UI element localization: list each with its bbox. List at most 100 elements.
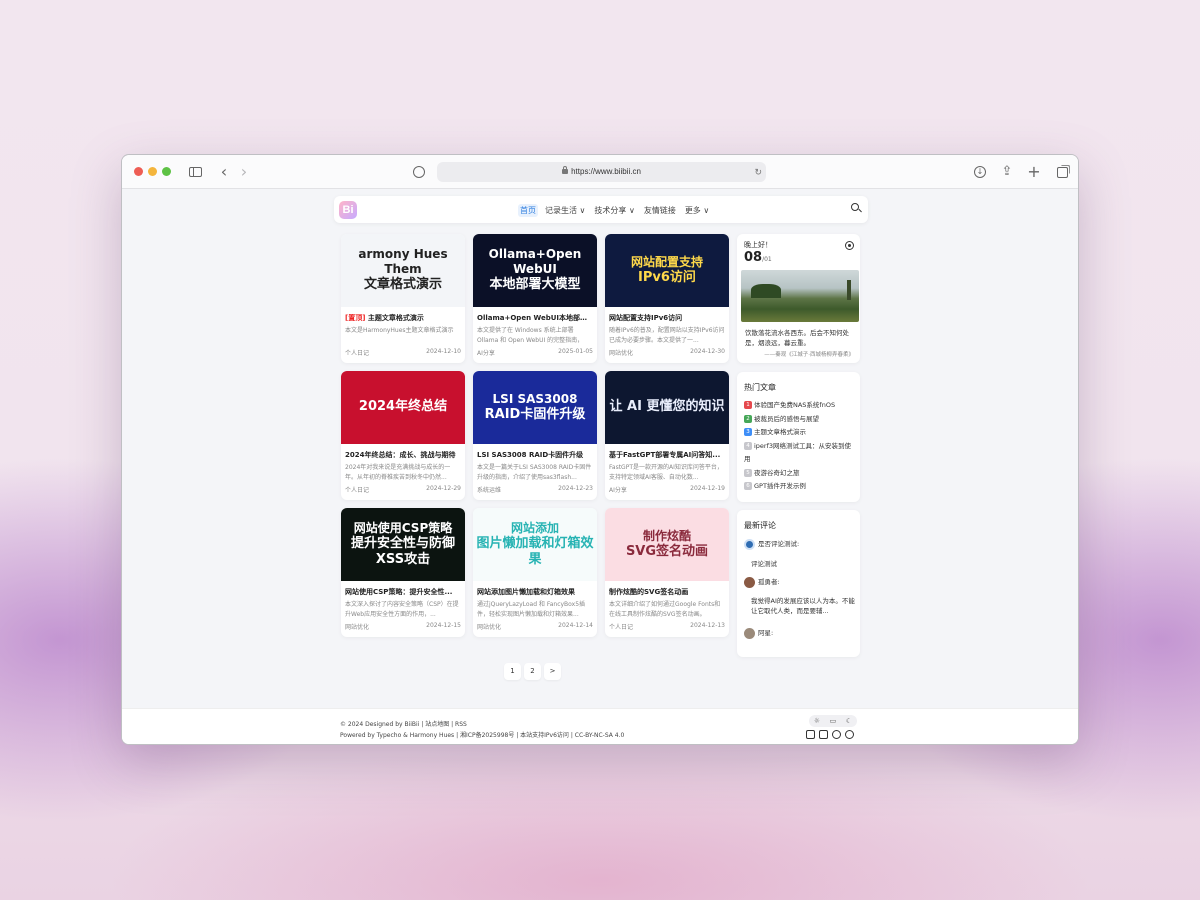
post-thumbnail[interactable]: Ollama+Open WebUI 本地部署大模型	[473, 234, 597, 307]
comment-author[interactable]: 阿星:	[744, 627, 773, 639]
post-category[interactable]: AI分享	[477, 350, 495, 357]
post-thumbnail[interactable]: 网站使用CSP策略 提升安全性与防御XSS攻击	[341, 508, 465, 581]
download-icon[interactable]: ↓	[971, 163, 989, 181]
maximize-window-button[interactable]	[162, 167, 171, 176]
footer-powered[interactable]: Powered by Typecho & Harmony Hues | 湘ICP…	[340, 730, 624, 739]
post-title[interactable]: 网站配置支持IPv6访问	[609, 313, 726, 323]
hot-post-item[interactable]: 3 主题文章格式演示	[744, 426, 856, 440]
post-title[interactable]: Ollama+Open WebUI本地部署...	[477, 313, 594, 323]
post-date: 2024-12-29	[426, 485, 461, 492]
post-title[interactable]: [置顶] 主题文章格式演示	[345, 313, 462, 323]
theme-toggle[interactable]: ☼ ▭ ☾	[809, 715, 857, 727]
post-title[interactable]: 网站使用CSP策略：提升安全性...	[345, 587, 462, 597]
rss-icon[interactable]	[845, 730, 854, 739]
thumbnail-title: SVG签名动画	[625, 543, 709, 559]
hot-post-item[interactable]: 5 夜游谷奇幻之旅	[744, 467, 856, 481]
post-thumbnail[interactable]: 网站添加 图片懒加载和灯箱效果	[473, 508, 597, 581]
rank-badge: 3	[744, 428, 752, 436]
post-card[interactable]: 网站配置支持 IPv6访问 网站配置支持IPv6访问 随着IPv6的普及，配置网站以…	[605, 234, 729, 363]
post-thumbnail[interactable]: 制作炫酷 SVG签名动画	[605, 508, 729, 581]
post-category[interactable]: 个人日记	[345, 487, 369, 494]
post-excerpt: 本文深入探讨了内容安全策略（CSP）在提升Web应用安全性方面的作用，...	[345, 601, 459, 618]
thumbnail-title: RAID卡固件升级	[484, 406, 586, 422]
post-card[interactable]: 网站使用CSP策略 提升安全性与防御XSS攻击 网站使用CSP策略：提升安全性..…	[341, 508, 465, 637]
reload-icon[interactable]: ↻	[754, 162, 762, 182]
nav-item-more[interactable]: 更多 ∨	[683, 204, 711, 217]
chevron-down-icon: ∨	[579, 206, 586, 215]
hot-post-item[interactable]: 1 体验国产免费NAS系统fnOS	[744, 399, 856, 413]
web-page: Bi 首页 记录生活 ∨ 技术分享 ∨ 友情链接 更多 ∨ armony Hue…	[122, 190, 1078, 744]
post-category[interactable]: 网站优化	[345, 624, 369, 631]
post-title[interactable]: LSI SAS3008 RAID卡固件升级	[477, 450, 594, 460]
post-card[interactable]: 2024年终总结 2024年终总结：成长、挑战与期待 2024年对我来说是充满挑战…	[341, 371, 465, 500]
post-card[interactable]: 让 AI 更懂您的知识 基于FastGPT部署专属AI问答知... FastGPT…	[605, 371, 729, 500]
minimize-window-button[interactable]	[148, 167, 157, 176]
post-category[interactable]: 个人日记	[345, 350, 369, 357]
post-meta: 网站优化 2024-12-15	[345, 622, 461, 631]
nav-item-links[interactable]: 友情链接	[642, 204, 678, 217]
post-thumbnail[interactable]: 让 AI 更懂您的知识	[605, 371, 729, 444]
post-meta: 个人日记 2024-12-10	[345, 348, 461, 357]
post-excerpt: 本文提供了在 Windows 系统上部署 Ollama 和 Open WebUI…	[477, 327, 584, 344]
nav-item-tech[interactable]: 技术分享 ∨	[592, 204, 636, 217]
footer-copyright[interactable]: © 2024 Designed by BiiBii | 站点地图 | RSS	[340, 719, 467, 728]
post-thumbnail[interactable]: armony Hues Them 文章格式演示	[341, 234, 465, 307]
monitor-icon[interactable]: ▭	[830, 717, 837, 725]
post-thumbnail[interactable]: LSI SAS3008 RAID卡固件升级	[473, 371, 597, 444]
comment-text[interactable]: 评论测试	[751, 558, 777, 568]
thumbnail-title: 提升安全性与防御XSS攻击	[350, 535, 455, 567]
browser-window: ‹ › https://www.biibii.cn ↻ ↓ ⇪ + Bi 首页 …	[121, 154, 1079, 745]
github-icon[interactable]	[832, 730, 841, 739]
bilibili-icon[interactable]	[819, 730, 828, 739]
comment-author[interactable]: 是否评论测试:	[744, 538, 799, 550]
weather-quote-widget: 晚上好！ 08/01 饮散落花流水各西东。后会不知何处是，烟浪远，暮云重。 ——…	[737, 234, 860, 363]
post-category[interactable]: AI分享	[609, 487, 627, 494]
site-logo[interactable]: Bi	[339, 201, 357, 219]
daily-quote: 饮散落花流水各西东。后会不知何处是，烟浪远，暮云重。	[745, 329, 849, 347]
forward-arrow-icon[interactable]: ›	[235, 163, 253, 181]
post-date: 2024-12-23	[558, 485, 593, 492]
hot-post-item[interactable]: 6 GPT插件开发示例	[744, 480, 856, 494]
avatar	[744, 627, 755, 639]
share-icon[interactable]: ⇪	[998, 163, 1016, 181]
address-bar[interactable]: https://www.biibii.cn ↻	[437, 162, 766, 182]
radio-icon[interactable]	[845, 241, 854, 250]
privacy-shield-icon[interactable]	[410, 163, 428, 181]
post-card[interactable]: 制作炫酷 SVG签名动画 制作炫酷的SVG签名动画 本文详细介绍了如何通过Googl…	[605, 508, 729, 637]
sun-icon[interactable]: ☼	[814, 717, 820, 725]
post-title[interactable]: 2024年终总结：成长、挑战与期待	[345, 450, 462, 460]
page-1-button[interactable]: 1	[504, 663, 521, 680]
nav-item-life[interactable]: 记录生活 ∨	[543, 204, 587, 217]
search-icon[interactable]	[851, 203, 862, 214]
post-title[interactable]: 制作炫酷的SVG签名动画	[609, 587, 726, 597]
post-category[interactable]: 网站优化	[477, 624, 501, 631]
thumbnail-subtitle: armony Hues Them	[358, 247, 448, 277]
post-thumbnail[interactable]: 2024年终总结	[341, 371, 465, 444]
post-card[interactable]: armony Hues Them 文章格式演示 [置顶] 主题文章格式演示 本文是Ha…	[341, 234, 465, 363]
sidebar-toggle-icon[interactable]	[186, 163, 204, 181]
nav-item-home[interactable]: 首页	[518, 204, 538, 217]
post-title[interactable]: 网站添加图片懒加载和灯箱效果	[477, 587, 594, 597]
post-card[interactable]: 网站添加 图片懒加载和灯箱效果 网站添加图片懒加载和灯箱效果 通过jQueryLaz…	[473, 508, 597, 637]
back-arrow-icon[interactable]: ‹	[215, 163, 233, 181]
new-tab-icon[interactable]: +	[1025, 163, 1043, 181]
comment-text[interactable]: 我觉得AI的发展应该以人为本。不能让它取代人类，而是要辅...	[751, 596, 855, 616]
close-window-button[interactable]	[134, 167, 143, 176]
moon-icon[interactable]: ☾	[846, 717, 852, 725]
tab-overview-icon[interactable]	[1053, 163, 1071, 181]
post-thumbnail[interactable]: 网站配置支持 IPv6访问	[605, 234, 729, 307]
comment-author[interactable]: 孤勇者:	[744, 576, 780, 588]
next-page-button[interactable]: >	[544, 663, 561, 680]
post-card[interactable]: Ollama+Open WebUI 本地部署大模型 Ollama+Open Web…	[473, 234, 597, 363]
post-title[interactable]: 基于FastGPT部署专属AI问答知...	[609, 450, 726, 460]
site-navbar: Bi 首页 记录生活 ∨ 技术分享 ∨ 友情链接 更多 ∨	[334, 196, 868, 223]
hot-post-item[interactable]: 2 被裁员后的感悟与展望	[744, 413, 856, 427]
mail-icon[interactable]	[806, 730, 815, 739]
landscape-image	[741, 270, 859, 322]
post-category[interactable]: 系统运维	[477, 487, 501, 494]
post-card[interactable]: LSI SAS3008 RAID卡固件升级 LSI SAS3008 RAID卡固件…	[473, 371, 597, 500]
post-category[interactable]: 个人日记	[609, 624, 633, 631]
hot-post-item[interactable]: 4 iperf3网络测试工具：从安装到使用	[744, 440, 856, 467]
page-2-button[interactable]: 2	[524, 663, 541, 680]
post-category[interactable]: 网站优化	[609, 350, 633, 357]
